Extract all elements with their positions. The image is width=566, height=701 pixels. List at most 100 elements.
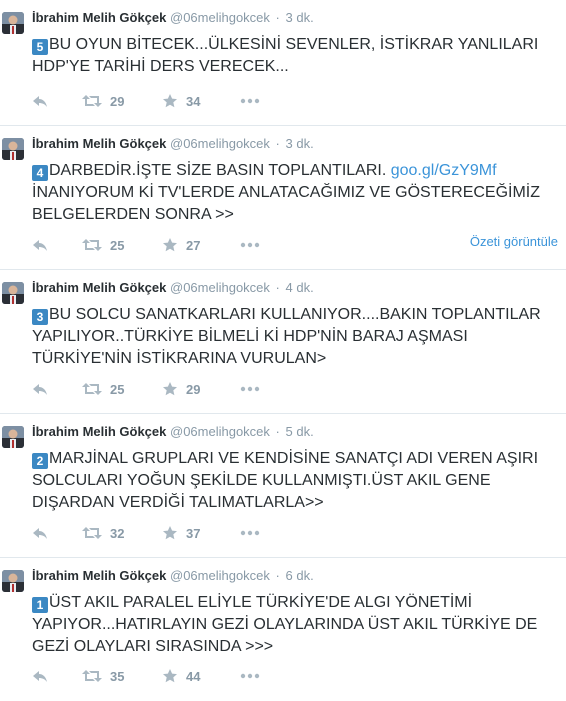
favorite-button[interactable]: 44 [162, 666, 200, 686]
tweet-link[interactable]: goo.gl/GzY9Mf [391, 162, 497, 179]
tweet-text: 4 DARBEDİR.İŞTE SİZE BASIN TOPLANTILARI. … [32, 160, 557, 226]
more-icon [240, 386, 260, 392]
tweet-body: MARJİNAL GRUPLARI VE KENDİSİNE SANATÇI A… [32, 450, 539, 511]
separator: · [275, 280, 280, 295]
favorite-button[interactable]: 37 [162, 523, 200, 543]
retweet-count: 29 [110, 93, 125, 109]
more-button[interactable] [240, 523, 260, 543]
retweet-count: 25 [110, 237, 125, 253]
tweet-body: BU OYUN BİTECEK...ÜLKESİNİ SEVENLER, İST… [32, 36, 539, 75]
avatar[interactable] [2, 282, 24, 304]
reply-icon [32, 526, 48, 540]
tweet-text: 5 BU OYUN BİTECEK...ÜLKESİNİ SEVENLER, İS… [32, 34, 557, 78]
tweet[interactable]: İbrahim Melih Gökçek @06melihgokcek · 3 … [0, 0, 566, 125]
tweet-header: İbrahim Melih Gökçek @06melihgokcek · 5 … [32, 424, 314, 439]
separator: · [275, 10, 280, 25]
star-icon [162, 93, 178, 109]
tweet-header: İbrahim Melih Gökçek @06melihgokcek · 4 … [32, 280, 314, 295]
favorite-button[interactable]: 29 [162, 379, 200, 399]
tweet-body: DARBEDİR.İŞTE SİZE BASIN TOPLANTILARI. [49, 162, 391, 179]
tweet[interactable]: İbrahim Melih Gökçek @06melihgokcek · 3 … [0, 125, 566, 269]
tweet-body-continued: İNANIYORUM Kİ TV'LERDE ANLATACAĞIMIZ VE … [32, 184, 541, 223]
number-badge: 1 [32, 597, 48, 613]
favorite-count: 37 [186, 525, 201, 541]
view-summary-link[interactable]: Özeti görüntüle [470, 234, 558, 249]
separator: · [275, 568, 280, 583]
retweet-button[interactable]: 25 [82, 235, 124, 255]
tweet-feed: İbrahim Melih Gökçek @06melihgokcek · 3 … [0, 0, 566, 701]
separator: · [275, 424, 280, 439]
avatar[interactable] [2, 570, 24, 592]
author-name[interactable]: İbrahim Melih Gökçek [32, 280, 166, 295]
author-handle[interactable]: @06melihgokcek [170, 136, 270, 151]
tweet-actions: 25 29 [32, 379, 282, 399]
tweet[interactable]: İbrahim Melih Gökçek @06melihgokcek · 6 … [0, 557, 566, 701]
author-handle[interactable]: @06melihgokcek [170, 280, 270, 295]
reply-button[interactable] [32, 235, 48, 255]
retweet-count: 25 [110, 381, 125, 397]
reply-button[interactable] [32, 379, 48, 399]
author-handle[interactable]: @06melihgokcek [170, 568, 270, 583]
favorite-button[interactable]: 34 [162, 91, 200, 111]
tweet[interactable]: İbrahim Melih Gökçek @06melihgokcek · 4 … [0, 269, 566, 413]
author-handle[interactable]: @06melihgokcek [170, 424, 270, 439]
reply-button[interactable] [32, 91, 48, 111]
retweet-button[interactable]: 29 [82, 91, 124, 111]
reply-icon [32, 382, 48, 396]
tweet-body: ÜST AKIL PARALEL ELİYLE TÜRKİYE'DE ALGI … [32, 594, 538, 655]
separator: · [275, 136, 280, 151]
retweet-count: 32 [110, 525, 125, 541]
more-icon [240, 242, 260, 248]
more-button[interactable] [240, 379, 260, 399]
reply-icon [32, 238, 48, 252]
more-button[interactable] [240, 235, 260, 255]
tweet-header: İbrahim Melih Gökçek @06melihgokcek · 3 … [32, 10, 314, 25]
number-badge: 4 [32, 165, 48, 181]
more-icon [240, 530, 260, 536]
tweet-header: İbrahim Melih Gökçek @06melihgokcek · 6 … [32, 568, 314, 583]
more-icon [240, 98, 260, 104]
author-handle[interactable]: @06melihgokcek [170, 10, 270, 25]
reply-button[interactable] [32, 523, 48, 543]
retweet-count: 35 [110, 668, 125, 684]
favorite-button[interactable]: 27 [162, 235, 200, 255]
tweet-actions: 29 34 [32, 91, 282, 111]
avatar[interactable] [2, 426, 24, 448]
author-name[interactable]: İbrahim Melih Gökçek [32, 136, 166, 151]
timestamp[interactable]: 6 dk. [286, 568, 314, 583]
author-name[interactable]: İbrahim Melih Gökçek [32, 424, 166, 439]
tweet[interactable]: İbrahim Melih Gökçek @06melihgokcek · 5 … [0, 413, 566, 557]
favorite-count: 34 [186, 93, 201, 109]
star-icon [162, 381, 178, 397]
tweet-header: İbrahim Melih Gökçek @06melihgokcek · 3 … [32, 136, 314, 151]
retweet-icon [82, 94, 102, 108]
tweet-body: BU SOLCU SANATKARLARI KULLANIYOR....BAKI… [32, 306, 541, 367]
retweet-icon [82, 238, 102, 252]
retweet-button[interactable]: 32 [82, 523, 124, 543]
number-badge: 5 [32, 39, 48, 55]
tweet-text: 2 MARJİNAL GRUPLARI VE KENDİSİNE SANATÇI … [32, 448, 557, 514]
timestamp[interactable]: 3 dk. [286, 10, 314, 25]
avatar[interactable] [2, 12, 24, 34]
more-button[interactable] [240, 666, 260, 686]
avatar[interactable] [2, 138, 24, 160]
timestamp[interactable]: 3 dk. [286, 136, 314, 151]
author-name[interactable]: İbrahim Melih Gökçek [32, 10, 166, 25]
reply-button[interactable] [32, 666, 48, 686]
retweet-button[interactable]: 25 [82, 379, 124, 399]
tweet-actions: 35 44 [32, 666, 282, 686]
star-icon [162, 237, 178, 253]
favorite-count: 29 [186, 381, 201, 397]
favorite-count: 27 [186, 237, 201, 253]
more-icon [240, 673, 260, 679]
retweet-button[interactable]: 35 [82, 666, 124, 686]
author-name[interactable]: İbrahim Melih Gökçek [32, 568, 166, 583]
retweet-icon [82, 382, 102, 396]
more-button[interactable] [240, 91, 260, 111]
number-badge: 2 [32, 453, 48, 469]
timestamp[interactable]: 5 dk. [286, 424, 314, 439]
reply-icon [32, 94, 48, 108]
tweet-text: 3 BU SOLCU SANATKARLARI KULLANIYOR....BAK… [32, 304, 557, 370]
timestamp[interactable]: 4 dk. [286, 280, 314, 295]
favorite-count: 44 [186, 668, 201, 684]
